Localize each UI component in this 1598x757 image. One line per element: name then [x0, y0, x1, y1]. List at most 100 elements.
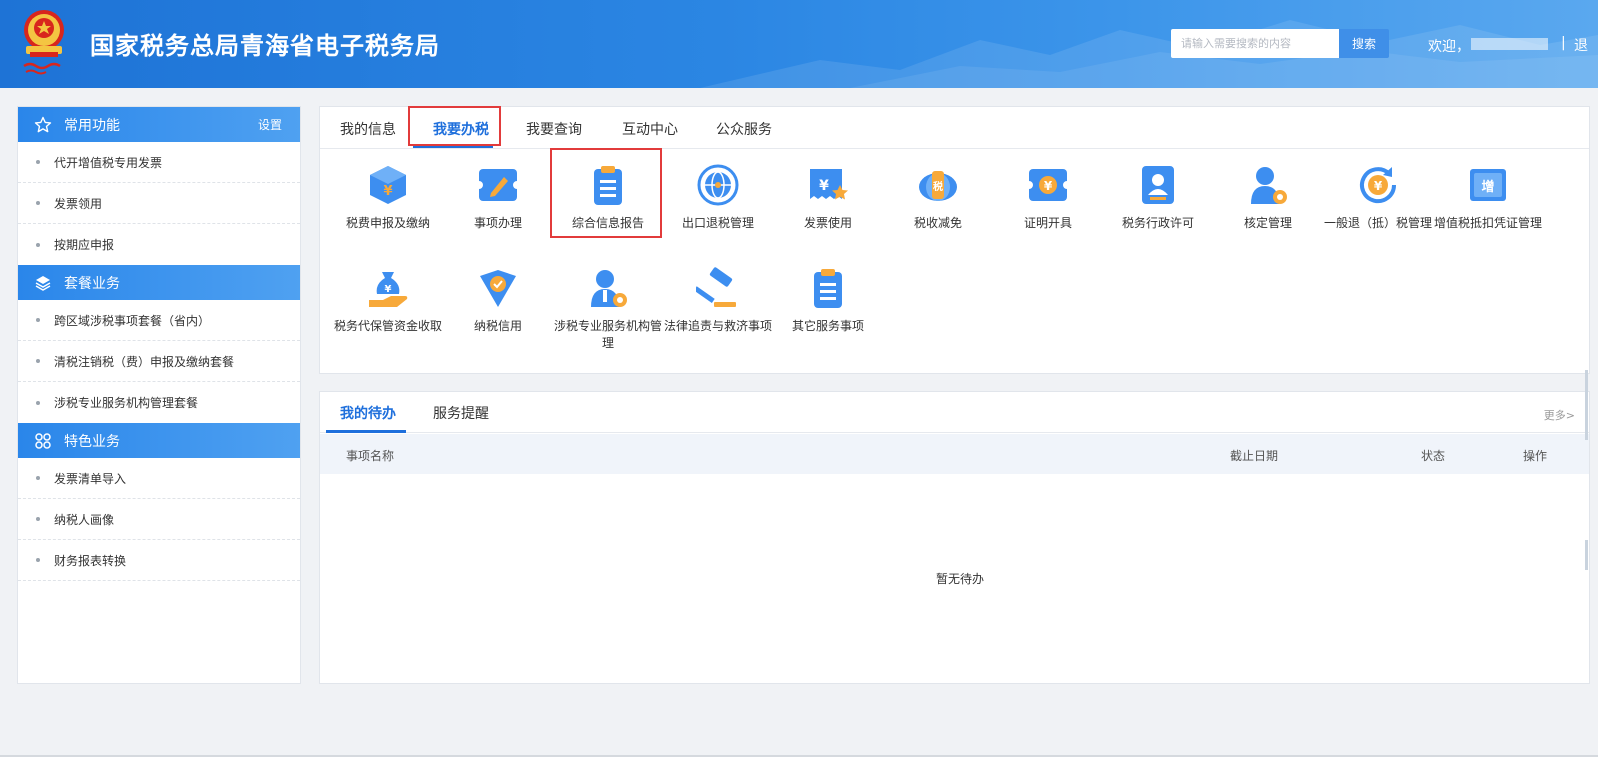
- service-custody-funds[interactable]: ¥ 税务代保管资金收取: [332, 266, 444, 335]
- service-agent-management[interactable]: 涉税专业服务机构管理: [552, 266, 664, 352]
- column-header-status: 状态: [1421, 449, 1446, 463]
- declaration-icon: ¥: [366, 163, 410, 207]
- service-assessment[interactable]: 核定管理: [1212, 163, 1324, 232]
- bullet-icon: [36, 242, 40, 247]
- service-vat-voucher[interactable]: 增 增值税抵扣凭证管理: [1432, 163, 1544, 232]
- service-label: 涉税专业服务机构管理: [553, 319, 662, 350]
- tab-my-todo[interactable]: 我的待办: [340, 403, 396, 423]
- sidebar-item[interactable]: 涉税专业服务机构管理套餐: [18, 382, 300, 423]
- empty-state-text: 暂无待办: [936, 572, 985, 586]
- sidebar-section-common[interactable]: 常用功能 设置: [18, 107, 300, 142]
- sidebar-section-special[interactable]: 特色业务: [18, 423, 300, 458]
- service-general-refund[interactable]: ¥ 一般退（抵）税管理: [1322, 163, 1434, 232]
- sidebar-section-title: 特色业务: [64, 433, 120, 450]
- other-clipboard-icon: [806, 266, 850, 310]
- sidebar-item[interactable]: 跨区域涉税事项套餐（省内）: [18, 300, 300, 341]
- sidebar-item[interactable]: 按期应申报: [18, 224, 300, 265]
- sidebar-item-label: 发票领用: [54, 196, 103, 211]
- service-declaration[interactable]: ¥ 税费申报及缴纳: [332, 163, 444, 232]
- sidebar-item[interactable]: 纳税人画像: [18, 499, 300, 540]
- todo-table-header: 事项名称 截止日期 状态 操作: [320, 434, 1589, 474]
- search-input[interactable]: [1171, 29, 1339, 58]
- service-tax-reduction[interactable]: 税 税收减免: [882, 163, 994, 232]
- welcome-text: 欢迎，: [1428, 39, 1470, 55]
- service-label: 法律追责与救济事项: [663, 319, 772, 333]
- sidebar-item[interactable]: 财务报表转换: [18, 540, 300, 581]
- todo-tabs: 我的待办 服务提醒 更多>: [320, 392, 1589, 433]
- service-label: 其它服务事项: [791, 319, 864, 333]
- bullet-icon: [36, 359, 40, 363]
- gavel-icon: [696, 266, 740, 310]
- settings-link[interactable]: 设置: [258, 116, 282, 133]
- agent-gear-icon: [586, 266, 630, 310]
- service-label: 核定管理: [1243, 216, 1292, 230]
- service-other[interactable]: 其它服务事项: [772, 266, 884, 335]
- sidebar-item[interactable]: 清税注销税（费）申报及缴纳套餐: [18, 341, 300, 382]
- svg-text:¥: ¥: [385, 284, 392, 295]
- sidebar-section-package[interactable]: 套餐业务: [18, 265, 300, 300]
- certificate-icon: ¥: [1026, 163, 1070, 207]
- sidebar-item[interactable]: 发票领用: [18, 183, 300, 224]
- bullet-icon: [36, 400, 40, 405]
- service-admin-permit[interactable]: 税务行政许可: [1102, 163, 1214, 232]
- main-tabs: 我的信息 我要办税 我要查询 互动中心 公众服务: [320, 107, 1589, 149]
- sidebar-item[interactable]: 代开增值税专用发票: [18, 142, 300, 183]
- active-tab-indicator: [326, 430, 406, 433]
- search-button[interactable]: 搜索: [1339, 29, 1389, 58]
- sidebar-item-label: 清税注销税（费）申报及缴纳套餐: [54, 354, 235, 369]
- pencil-ticket-icon: [476, 163, 520, 207]
- person-gear-icon: [1246, 163, 1290, 207]
- svg-text:¥: ¥: [1044, 179, 1053, 193]
- bullet-icon: [36, 517, 40, 521]
- svg-text:¥: ¥: [1374, 179, 1383, 193]
- service-label: 税务代保管资金收取: [333, 319, 442, 333]
- sidebar-section-title: 套餐业务: [64, 275, 120, 292]
- tab-public-service[interactable]: 公众服务: [716, 119, 772, 139]
- service-tax-credit[interactable]: 纳税信用: [442, 266, 554, 335]
- service-label: 证明开具: [1023, 216, 1072, 230]
- service-label: 综合信息报告: [571, 216, 644, 230]
- logout-link[interactable]: 退: [1574, 35, 1588, 55]
- star-icon: [34, 116, 52, 134]
- service-info-report[interactable]: 综合信息报告: [552, 163, 664, 232]
- sidebar-item-label: 纳税人画像: [54, 512, 115, 527]
- tab-my-info[interactable]: 我的信息: [340, 119, 396, 139]
- sidebar-item[interactable]: 发票清单导入: [18, 458, 300, 499]
- service-label: 税费申报及缴纳: [345, 216, 430, 230]
- more-link[interactable]: 更多>: [1544, 407, 1575, 423]
- service-invoice-use[interactable]: ¥ 发票使用: [772, 163, 884, 232]
- service-label: 发票使用: [803, 216, 852, 230]
- scrollbar-track-segment[interactable]: [1585, 370, 1588, 440]
- bullet-icon: [36, 160, 40, 164]
- service-certificate[interactable]: ¥ 证明开具: [992, 163, 1104, 232]
- bullet-icon: [36, 318, 40, 322]
- sidebar-item-label: 跨区域涉税事项套餐（省内）: [54, 313, 211, 328]
- service-legal-remedy[interactable]: 法律追责与救济事项: [662, 266, 774, 335]
- service-export-refund[interactable]: 出口退税管理: [662, 163, 774, 232]
- refund-cycle-icon: ¥: [1356, 163, 1400, 207]
- username-masked: [1471, 38, 1548, 50]
- scrollbar-track-segment[interactable]: [1585, 540, 1588, 570]
- credit-shield-icon: [476, 266, 520, 310]
- sidebar-section-title: 常用功能: [64, 117, 120, 134]
- site-title: 国家税务总局青海省电子税务局: [90, 32, 440, 60]
- service-label: 纳税信用: [473, 319, 522, 333]
- active-tab-indicator: [413, 145, 493, 148]
- svg-text:增: 增: [1481, 179, 1494, 195]
- sidebar-item-label: 涉税专业服务机构管理套餐: [54, 396, 199, 410]
- tab-query[interactable]: 我要查询: [526, 119, 582, 139]
- top-banner: 国家税务总局青海省电子税务局 搜索 欢迎， | 退: [0, 0, 1598, 88]
- tab-service-reminder[interactable]: 服务提醒: [433, 403, 489, 423]
- header-separator: |: [1561, 35, 1566, 51]
- bullet-icon: [36, 558, 40, 562]
- service-label: 一般退（抵）税管理: [1323, 216, 1432, 230]
- service-label: 出口退税管理: [681, 216, 754, 230]
- vat-voucher-icon: 增: [1466, 163, 1510, 207]
- service-matters[interactable]: 事项办理: [442, 163, 554, 232]
- sidebar-item-label: 代开增值税专用发票: [54, 155, 163, 170]
- tab-tax-handling[interactable]: 我要办税: [433, 119, 489, 139]
- tab-interaction[interactable]: 互动中心: [622, 119, 678, 139]
- column-header-action: 操作: [1523, 449, 1548, 463]
- service-label: 增值税抵扣凭证管理: [1433, 216, 1542, 230]
- globe-icon: [696, 163, 740, 207]
